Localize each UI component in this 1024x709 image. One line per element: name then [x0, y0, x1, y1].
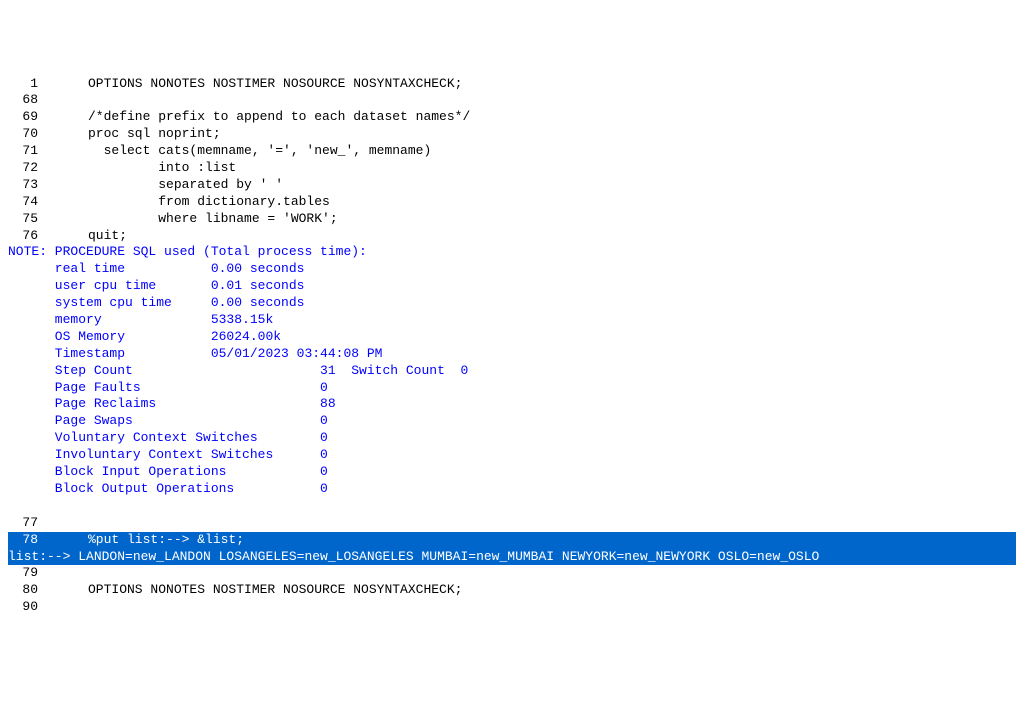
- note-line: Block Output Operations 0: [8, 481, 1016, 498]
- line-content: OPTIONS NONOTES NOSTIMER NOSOURCE NOSYNT…: [88, 76, 1016, 93]
- line-number: 90: [8, 599, 88, 616]
- line-content: [88, 599, 1016, 616]
- line-content: OPTIONS NONOTES NOSTIMER NOSOURCE NOSYNT…: [88, 582, 1016, 599]
- log-line[interactable]: 78%put list:--> &list;: [8, 532, 1016, 549]
- line-number: 74: [8, 194, 88, 211]
- note-line: user cpu time 0.01 seconds: [8, 278, 1016, 295]
- log-line[interactable]: 75 where libname = 'WORK';: [8, 211, 1016, 228]
- log-line[interactable]: 68: [8, 92, 1016, 109]
- log-line[interactable]: 71 select cats(memname, '=', 'new_', mem…: [8, 143, 1016, 160]
- line-content: [88, 515, 1016, 532]
- line-number: 80: [8, 582, 88, 599]
- line-number: 70: [8, 126, 88, 143]
- note-line: real time 0.00 seconds: [8, 261, 1016, 278]
- line-content: [88, 92, 1016, 109]
- note-line: Page Swaps 0: [8, 413, 1016, 430]
- line-number: 78: [8, 532, 88, 549]
- note-line: Involuntary Context Switches 0: [8, 447, 1016, 464]
- line-content: select cats(memname, '=', 'new_', memnam…: [88, 143, 1016, 160]
- log-line[interactable]: 77: [8, 515, 1016, 532]
- log-line[interactable]: 1OPTIONS NONOTES NOSTIMER NOSOURCE NOSYN…: [8, 76, 1016, 93]
- note-line: Page Faults 0: [8, 380, 1016, 397]
- line-content: where libname = 'WORK';: [88, 211, 1016, 228]
- note-line: OS Memory 26024.00k: [8, 329, 1016, 346]
- log-line-output[interactable]: list:--> LANDON=new_LANDON LOSANGELES=ne…: [8, 549, 1016, 566]
- line-content: %put list:--> &list;: [88, 532, 1016, 549]
- line-content: quit;: [88, 228, 1016, 245]
- note-line: Block Input Operations 0: [8, 464, 1016, 481]
- line-number: 1: [8, 76, 88, 93]
- line-number: 75: [8, 211, 88, 228]
- line-content: [88, 565, 1016, 582]
- log-line[interactable]: 74 from dictionary.tables: [8, 194, 1016, 211]
- line-number: 76: [8, 228, 88, 245]
- log-output[interactable]: 1OPTIONS NONOTES NOSTIMER NOSOURCE NOSYN…: [8, 76, 1016, 617]
- log-line[interactable]: 76quit;: [8, 228, 1016, 245]
- line-number: 69: [8, 109, 88, 126]
- blank-line: [8, 498, 1016, 515]
- note-line: Page Reclaims 88: [8, 396, 1016, 413]
- line-number: 79: [8, 565, 88, 582]
- log-line[interactable]: 73 separated by ' ': [8, 177, 1016, 194]
- note-line: memory 5338.15k: [8, 312, 1016, 329]
- note-line: Timestamp 05/01/2023 03:44:08 PM: [8, 346, 1016, 363]
- note-line: system cpu time 0.00 seconds: [8, 295, 1016, 312]
- line-content: /*define prefix to append to each datase…: [88, 109, 1016, 126]
- line-content: from dictionary.tables: [88, 194, 1016, 211]
- log-line[interactable]: 90: [8, 599, 1016, 616]
- log-line[interactable]: 79: [8, 565, 1016, 582]
- log-line[interactable]: 69/*define prefix to append to each data…: [8, 109, 1016, 126]
- line-number: 77: [8, 515, 88, 532]
- note-line: Step Count 31 Switch Count 0: [8, 363, 1016, 380]
- note-line: NOTE: PROCEDURE SQL used (Total process …: [8, 244, 1016, 261]
- line-content: into :list: [88, 160, 1016, 177]
- log-line[interactable]: 70proc sql noprint;: [8, 126, 1016, 143]
- note-line: Voluntary Context Switches 0: [8, 430, 1016, 447]
- line-number: 71: [8, 143, 88, 160]
- log-line[interactable]: 80OPTIONS NONOTES NOSTIMER NOSOURCE NOSY…: [8, 582, 1016, 599]
- line-content: separated by ' ': [88, 177, 1016, 194]
- log-line[interactable]: 72 into :list: [8, 160, 1016, 177]
- line-number: 68: [8, 92, 88, 109]
- line-number: 73: [8, 177, 88, 194]
- line-number: 72: [8, 160, 88, 177]
- line-content: proc sql noprint;: [88, 126, 1016, 143]
